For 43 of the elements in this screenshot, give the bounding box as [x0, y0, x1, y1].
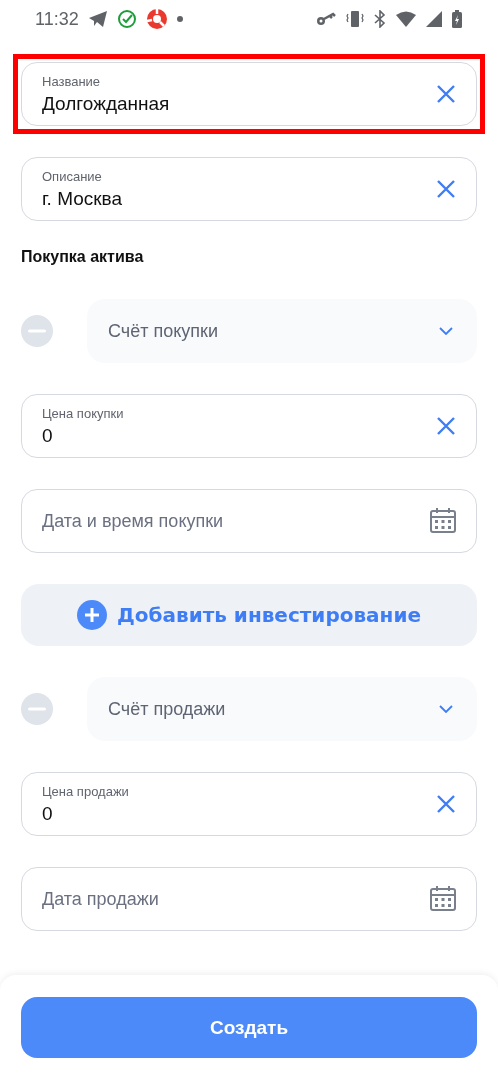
field-value: Долгожданная: [42, 92, 170, 115]
date-field[interactable]: Дата продажи: [21, 867, 477, 931]
wifi-icon: [396, 11, 416, 27]
calendar-icon[interactable]: [430, 508, 456, 534]
dropdown-placeholder: Счёт продажи: [108, 698, 226, 720]
clock-time: 11:32: [35, 8, 79, 30]
field-value: 0: [42, 424, 54, 447]
section-heading: Покупка актива: [21, 248, 145, 267]
field-placeholder: Дата и время покупки: [42, 510, 224, 532]
battery-icon: [452, 10, 462, 28]
field-placeholder: Дата продажи: [42, 888, 159, 910]
key-icon: [316, 12, 336, 26]
clear-icon[interactable]: [436, 416, 456, 436]
calendar-icon[interactable]: [430, 886, 456, 912]
dropdown[interactable]: Счёт покупки: [87, 299, 477, 363]
clear-icon[interactable]: [436, 179, 456, 199]
chevron-down-icon: [439, 327, 453, 335]
dot-icon: [176, 16, 183, 22]
date-field[interactable]: Дата и время покупки: [21, 489, 477, 553]
field-value: г. Москва: [42, 187, 123, 210]
plus-icon: [77, 600, 107, 630]
paper-plane-icon: [87, 10, 108, 28]
ring-logo-icon: [145, 8, 168, 30]
text-field[interactable]: Название Долгожданная: [21, 62, 477, 126]
add-investment-button[interactable]: Добавить инвестирование: [21, 584, 477, 646]
vibrate-icon: [346, 10, 364, 28]
field-value: 0: [42, 802, 54, 825]
field-label: Название: [42, 73, 102, 89]
clear-icon[interactable]: [436, 794, 456, 814]
check-circle-icon: [116, 9, 137, 29]
bluetooth-icon: [374, 10, 386, 28]
text-field[interactable]: Цена покупки 0: [21, 394, 477, 458]
chevron-down-icon: [439, 705, 453, 713]
field-label: Цена покупки: [42, 405, 124, 421]
text-field[interactable]: Цена продажи 0: [21, 772, 477, 836]
signal-icon: [426, 11, 442, 27]
create-button[interactable]: Создать: [21, 997, 477, 1058]
text-field[interactable]: Описание г. Москва: [21, 157, 477, 221]
field-label: Описание: [42, 168, 103, 184]
dropdown-placeholder: Счёт покупки: [108, 320, 218, 342]
field-label: Цена продажи: [42, 783, 129, 799]
dropdown[interactable]: Счёт продажи: [87, 677, 477, 741]
clear-icon[interactable]: [436, 84, 456, 104]
